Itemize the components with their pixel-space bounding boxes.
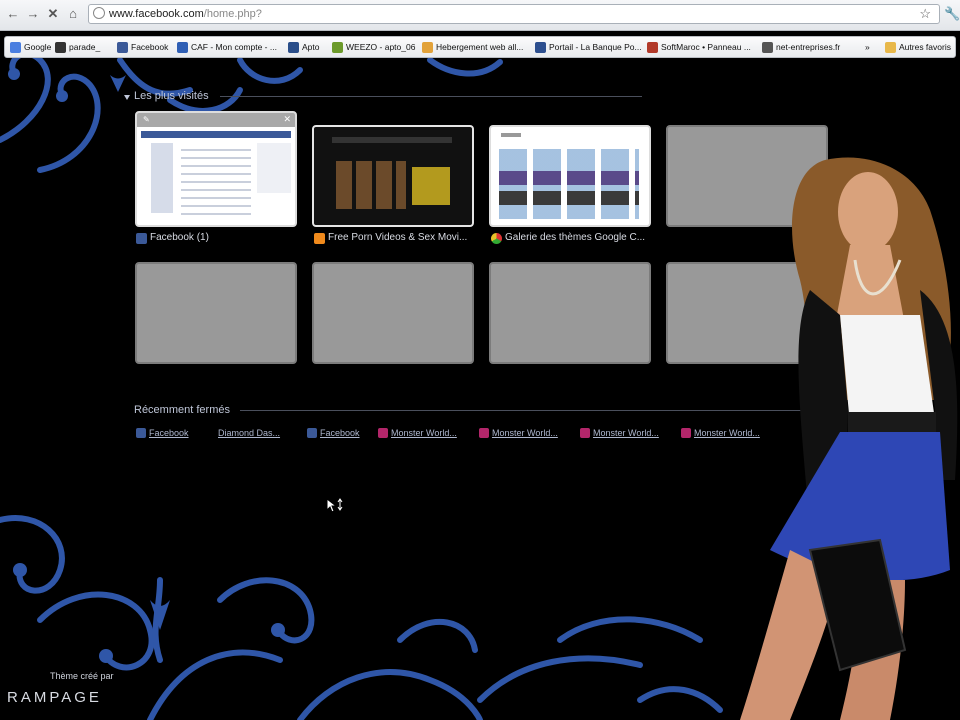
theme-credit-label: Thème créé par bbox=[50, 671, 114, 681]
bookmark-label: CAF - Mon compte - ... bbox=[191, 42, 277, 52]
recently-closed-label: Facebook bbox=[320, 428, 360, 438]
bookmark-item[interactable]: Hebergement web all... bbox=[422, 40, 523, 54]
bookmark-label: » bbox=[865, 42, 870, 52]
bookmark-label: parade_ bbox=[69, 42, 101, 52]
stop-icon[interactable]: ✕ bbox=[44, 5, 62, 23]
wrench-menu-icon[interactable]: 🔧 bbox=[944, 5, 960, 23]
recently-closed-label: Diamond Das... bbox=[218, 428, 281, 438]
recently-closed-label: Monster World... bbox=[391, 428, 457, 438]
thumbnail-empty bbox=[135, 262, 297, 364]
parade-icon bbox=[55, 41, 66, 53]
forward-arrow-icon[interactable]: → bbox=[24, 5, 42, 23]
thumbnail-second-site[interactable] bbox=[312, 125, 474, 227]
recently-closed-label: Monster World... bbox=[593, 428, 659, 438]
address-bar[interactable]: www.facebook.com/home.php? ☆ bbox=[88, 4, 940, 24]
most-visited-divider bbox=[220, 96, 642, 97]
softmaroc-icon bbox=[647, 41, 658, 53]
bookmark-label: net-entreprises.fr bbox=[776, 42, 841, 52]
tile-header-bar bbox=[137, 113, 295, 127]
facebook-icon bbox=[136, 232, 147, 244]
facebook-icon bbox=[136, 428, 146, 438]
collapse-triangle-icon[interactable] bbox=[124, 95, 130, 100]
folder-icon bbox=[885, 41, 896, 53]
recently-closed-item[interactable]: Monster World... bbox=[378, 427, 457, 439]
bookmark-item[interactable]: Apto bbox=[288, 40, 320, 54]
close-icon[interactable]: ✕ bbox=[283, 114, 291, 125]
bookmark-label: Hebergement web all... bbox=[436, 42, 524, 52]
globe-icon bbox=[762, 41, 773, 53]
mouse-cursor-icon bbox=[326, 498, 343, 513]
bookmark-label: SoftMaroc • Panneau ... bbox=[661, 42, 751, 52]
bookmark-item[interactable]: Portail - La Banque Po... bbox=[535, 40, 642, 54]
facebook-icon bbox=[307, 428, 317, 438]
caf-icon bbox=[177, 41, 188, 53]
bookmark-label: Apto bbox=[302, 42, 320, 52]
bookmark-item[interactable]: CAF - Mon compte - ... bbox=[177, 40, 277, 54]
recently-closed-label: Monster World... bbox=[492, 428, 558, 438]
theme-model-photo bbox=[740, 157, 958, 720]
thumbnail-themes-gallery[interactable] bbox=[489, 125, 651, 227]
page-thumbnail bbox=[332, 137, 452, 143]
thumbnail-label-facebook[interactable]: Facebook (1) bbox=[136, 232, 298, 244]
theme-credit-brand: RAMPAGE bbox=[7, 689, 102, 706]
recently-closed-label: Facebook bbox=[149, 428, 189, 438]
monster-world-icon bbox=[681, 428, 691, 438]
bookmark-item[interactable]: » bbox=[865, 40, 870, 54]
bookmark-label: WEEZO - apto_06 bbox=[346, 42, 416, 52]
bookmarks-bar: Google parade_ Facebook CAF - Mon compte - … bbox=[4, 36, 956, 58]
bookmark-item[interactable]: Google bbox=[10, 40, 51, 54]
facebook-icon bbox=[117, 41, 128, 53]
bank-icon bbox=[535, 41, 546, 53]
hosting-icon bbox=[422, 41, 433, 53]
bookmark-item[interactable]: net-entreprises.fr bbox=[762, 40, 840, 54]
recently-closed-item[interactable]: Diamond Das... bbox=[218, 427, 280, 439]
page-info-icon bbox=[93, 7, 105, 19]
page-thumbnail bbox=[501, 133, 521, 137]
home-icon[interactable]: ⌂ bbox=[64, 5, 82, 23]
bookmark-label: Facebook bbox=[131, 42, 169, 52]
bookmark-label: Autres favoris bbox=[899, 42, 951, 52]
bookmark-label: Google bbox=[24, 42, 52, 52]
thumbnail-empty bbox=[489, 262, 651, 364]
bookmark-label: Portail - La Banque Po... bbox=[549, 42, 642, 52]
recently-closed-item[interactable]: Monster World... bbox=[479, 427, 558, 439]
bookmark-item[interactable]: Autres favoris bbox=[885, 40, 951, 54]
chrome-icon bbox=[491, 232, 502, 244]
page-thumbnail bbox=[141, 131, 291, 138]
recently-closed-title: Récemment fermés bbox=[134, 404, 230, 416]
bookmark-item[interactable]: Facebook bbox=[117, 40, 168, 54]
ph-icon bbox=[314, 232, 325, 244]
monster-world-icon bbox=[479, 428, 489, 438]
thumbnail-label-themes-gallery[interactable]: Galerie des thèmes Google C... bbox=[491, 232, 653, 244]
bookmark-item[interactable]: SoftMaroc • Panneau ... bbox=[647, 40, 751, 54]
bookmark-item[interactable]: WEEZO - apto_06 bbox=[332, 40, 415, 54]
bookmark-star-icon[interactable]: ☆ bbox=[919, 6, 931, 22]
recently-closed-item[interactable]: Monster World... bbox=[580, 427, 659, 439]
recently-closed-item[interactable]: Facebook bbox=[307, 427, 360, 439]
address-url: www.facebook.com/home.php? bbox=[109, 8, 262, 20]
monster-world-icon bbox=[580, 428, 590, 438]
thumbnail-empty bbox=[312, 262, 474, 364]
monster-world-icon bbox=[378, 428, 388, 438]
pin-icon[interactable]: ✎ bbox=[143, 115, 150, 124]
most-visited-title[interactable]: Les plus visités bbox=[134, 89, 209, 103]
recently-closed-item[interactable]: Facebook bbox=[136, 427, 189, 439]
apto-icon bbox=[288, 41, 299, 53]
google-icon bbox=[10, 41, 21, 53]
thumbnail-label-second-site[interactable]: Free Porn Videos & Sex Movi... bbox=[314, 232, 476, 244]
thumbnail-facebook[interactable]: ✎ ✕ bbox=[135, 111, 297, 227]
bookmark-item[interactable]: parade_ bbox=[55, 40, 100, 54]
browser-toolbar: ← → ✕ ⌂ www.facebook.com/home.php? ☆ 🔧 bbox=[0, 0, 960, 31]
weezo-icon bbox=[332, 41, 343, 53]
back-arrow-icon[interactable]: ← bbox=[4, 5, 22, 23]
